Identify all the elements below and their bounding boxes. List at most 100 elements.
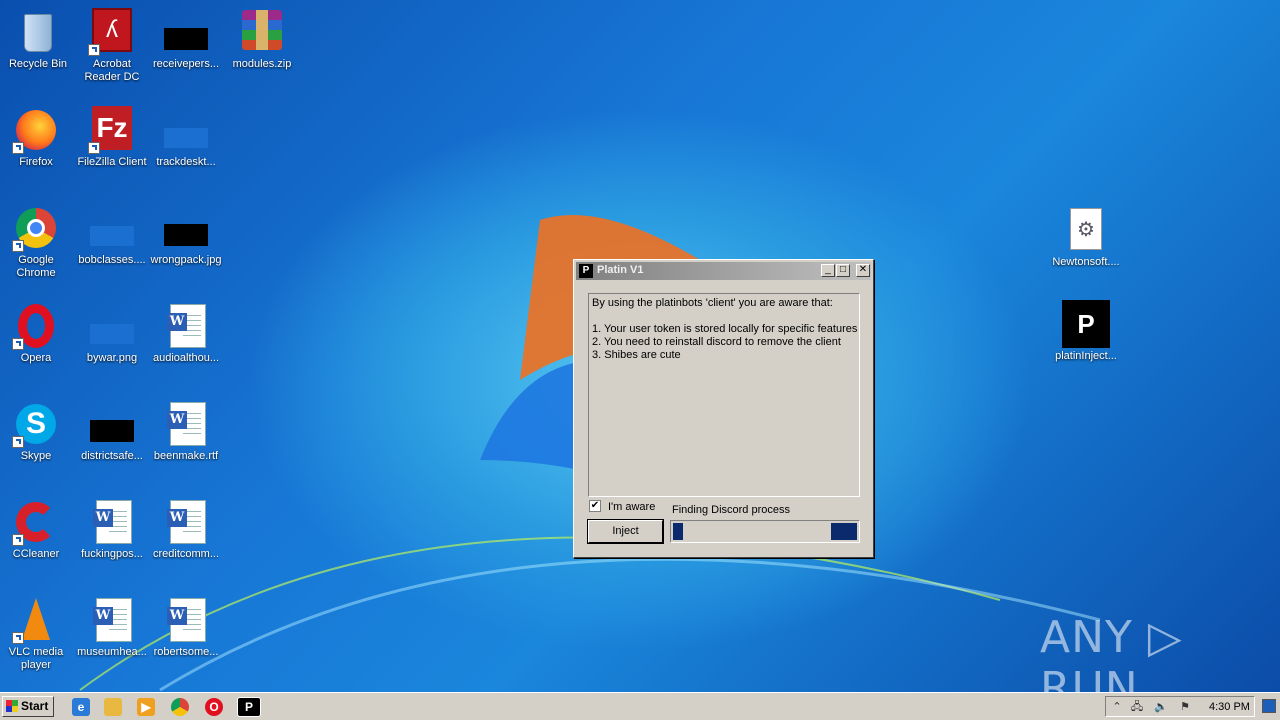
desktop-icon-beenmake[interactable]: W beenmake.rtf — [148, 400, 224, 463]
icon-label: museumhea... — [77, 646, 147, 658]
icon-label: bywar.png — [86, 352, 138, 364]
icon-label: trackdeskt... — [156, 156, 216, 168]
icon-label: Newtonsoft.... — [1052, 256, 1120, 268]
network-icon[interactable]: 🖧 — [1130, 700, 1144, 714]
desktop-icon-creditcomm[interactable]: W creditcomm... — [148, 498, 224, 561]
icon-label: VLC media player — [8, 646, 64, 671]
image-thumbnail-icon — [88, 400, 136, 448]
vlc-cone-icon — [12, 596, 60, 644]
anyrun-watermark: ANY ▷ RUN — [1040, 612, 1183, 692]
icon-label: Firefox — [19, 156, 53, 168]
progress-segment — [673, 523, 683, 540]
desktop-icon-robertsome[interactable]: W robertsome... — [148, 596, 224, 659]
desktop-icon-vlc[interactable]: VLC media player — [0, 596, 74, 672]
icon-label: wrongpack.jpg — [150, 254, 222, 266]
word-document-icon: W — [88, 498, 136, 546]
start-button[interactable]: Start — [2, 696, 54, 717]
icon-label: Opera — [20, 352, 52, 364]
icon-label: bobclasses.... — [78, 254, 146, 266]
image-thumbnail-icon — [88, 302, 136, 350]
desktop-icon-acrobat[interactable]: ʎ Acrobat Reader DC — [74, 8, 150, 84]
chrome-taskbar-icon[interactable] — [171, 698, 189, 716]
platin-taskbar-icon[interactable]: P — [237, 697, 261, 717]
desktop-icon-trackdeskt[interactable]: trackdeskt... — [148, 106, 224, 169]
opera-taskbar-icon[interactable]: O — [205, 698, 223, 716]
icon-label: Google Chrome — [16, 254, 56, 279]
desktop-icon-filezilla[interactable]: Fz FileZilla Client — [74, 106, 150, 169]
disclaimer-line: 3. Shibes are cute — [592, 349, 681, 361]
icon-label: audioalthou... — [152, 352, 220, 364]
image-thumbnail-icon — [162, 8, 210, 56]
desktop-icon-districtsafe[interactable]: districtsafe... — [74, 400, 150, 463]
icon-label: districtsafe... — [81, 450, 143, 462]
recycle-bin-icon — [14, 8, 62, 56]
file-thumbnail-icon — [162, 106, 210, 154]
desktop-icon-modules-zip[interactable]: modules.zip — [224, 8, 300, 71]
aware-checkbox-label[interactable]: I'm aware — [608, 501, 655, 513]
icon-label: Acrobat Reader DC — [84, 58, 140, 83]
action-center-flag-icon[interactable]: ⚑ — [1178, 700, 1192, 714]
icon-label: beenmake.rtf — [153, 450, 219, 462]
config-file-gear-icon: ⚙ — [1062, 206, 1110, 254]
minimize-button[interactable]: _ — [821, 264, 835, 277]
desktop-icon-bobclasses[interactable]: bobclasses.... — [74, 204, 150, 267]
icon-label: receivepers... — [152, 58, 220, 70]
word-document-icon: W — [162, 302, 210, 350]
desktop-icon-recycle-bin[interactable]: Recycle Bin — [0, 8, 76, 71]
icon-label: robertsome... — [153, 646, 219, 658]
word-document-icon: W — [162, 498, 210, 546]
icon-label: modules.zip — [232, 58, 292, 70]
acrobat-icon: ʎ — [88, 8, 136, 56]
file-thumbnail-icon — [88, 204, 136, 252]
taskbar-clock[interactable]: 4:30 PM — [1209, 701, 1250, 713]
disclaimer-line — [592, 310, 856, 323]
word-document-icon: W — [162, 596, 210, 644]
desktop-icon-museumhea[interactable]: W museumhea... — [74, 596, 150, 659]
icon-label: platinInject... — [1055, 350, 1117, 362]
platin-app-icon: P — [1062, 300, 1110, 348]
checkmark-icon: ✔ — [590, 500, 600, 511]
close-button[interactable]: ✕ — [856, 264, 870, 277]
desktop-icon-audioalthou[interactable]: W audioalthou... — [148, 302, 224, 365]
tray-expand-icon[interactable]: ⌃ — [1110, 700, 1124, 714]
internet-explorer-icon[interactable]: e — [72, 698, 90, 716]
maximize-button[interactable]: □ — [836, 264, 850, 277]
volume-icon[interactable]: 🔈 — [1154, 700, 1168, 714]
filezilla-icon: Fz — [88, 106, 136, 154]
disclaimer-line: 1. Your user token is stored locally for… — [592, 323, 858, 335]
desktop-icon-newtonsoft[interactable]: ⚙ Newtonsoft.... — [1048, 206, 1124, 269]
icon-label: Recycle Bin — [8, 58, 68, 70]
icon-label: fuckingpos... — [81, 548, 143, 560]
aware-checkbox[interactable]: ✔ — [589, 500, 601, 512]
file-explorer-icon[interactable] — [104, 698, 122, 716]
disclaimer-textbox[interactable]: By using the platinbots 'client' you are… — [588, 293, 860, 497]
desktop-icon-opera[interactable]: Opera — [0, 302, 74, 365]
desktop-icon-google-chrome[interactable]: Google Chrome — [0, 204, 74, 280]
desktop-icon-receivepers[interactable]: receivepers... — [148, 8, 224, 71]
chrome-icon — [12, 204, 60, 252]
disclaimer-line: 2. You need to reinstall discord to remo… — [592, 336, 841, 348]
media-player-icon[interactable]: ▶ — [137, 698, 155, 716]
word-document-icon: W — [162, 400, 210, 448]
desktop-icon-firefox[interactable]: Firefox — [0, 106, 74, 169]
desktop-icon-ccleaner[interactable]: CCleaner — [0, 498, 74, 561]
window-titlebar[interactable]: P Platin V1 _ □ ✕ — [576, 262, 871, 280]
inject-button[interactable]: Inject — [587, 519, 664, 544]
skype-icon: S — [12, 400, 60, 448]
show-desktop-button[interactable] — [1262, 699, 1276, 713]
desktop-icon-platininject[interactable]: P platinInject... — [1048, 300, 1124, 363]
ccleaner-icon — [12, 498, 60, 546]
icon-label: CCleaner — [12, 548, 60, 560]
start-label: Start — [21, 699, 49, 713]
desktop-icon-skype[interactable]: S Skype — [0, 400, 74, 463]
desktop-icon-fuckingpos[interactable]: W fuckingpos... — [74, 498, 150, 561]
icon-label: creditcomm... — [152, 548, 219, 560]
platin-app-icon: P — [579, 264, 593, 278]
image-thumbnail-icon — [162, 204, 210, 252]
status-text: Finding Discord process — [672, 504, 790, 516]
word-document-icon: W — [88, 596, 136, 644]
platin-window: P Platin V1 _ □ ✕ By using the platinbot… — [573, 259, 874, 558]
desktop-icon-wrongpack[interactable]: wrongpack.jpg — [148, 204, 224, 267]
icon-label: Skype — [20, 450, 52, 462]
desktop-icon-bywar[interactable]: bywar.png — [74, 302, 150, 365]
